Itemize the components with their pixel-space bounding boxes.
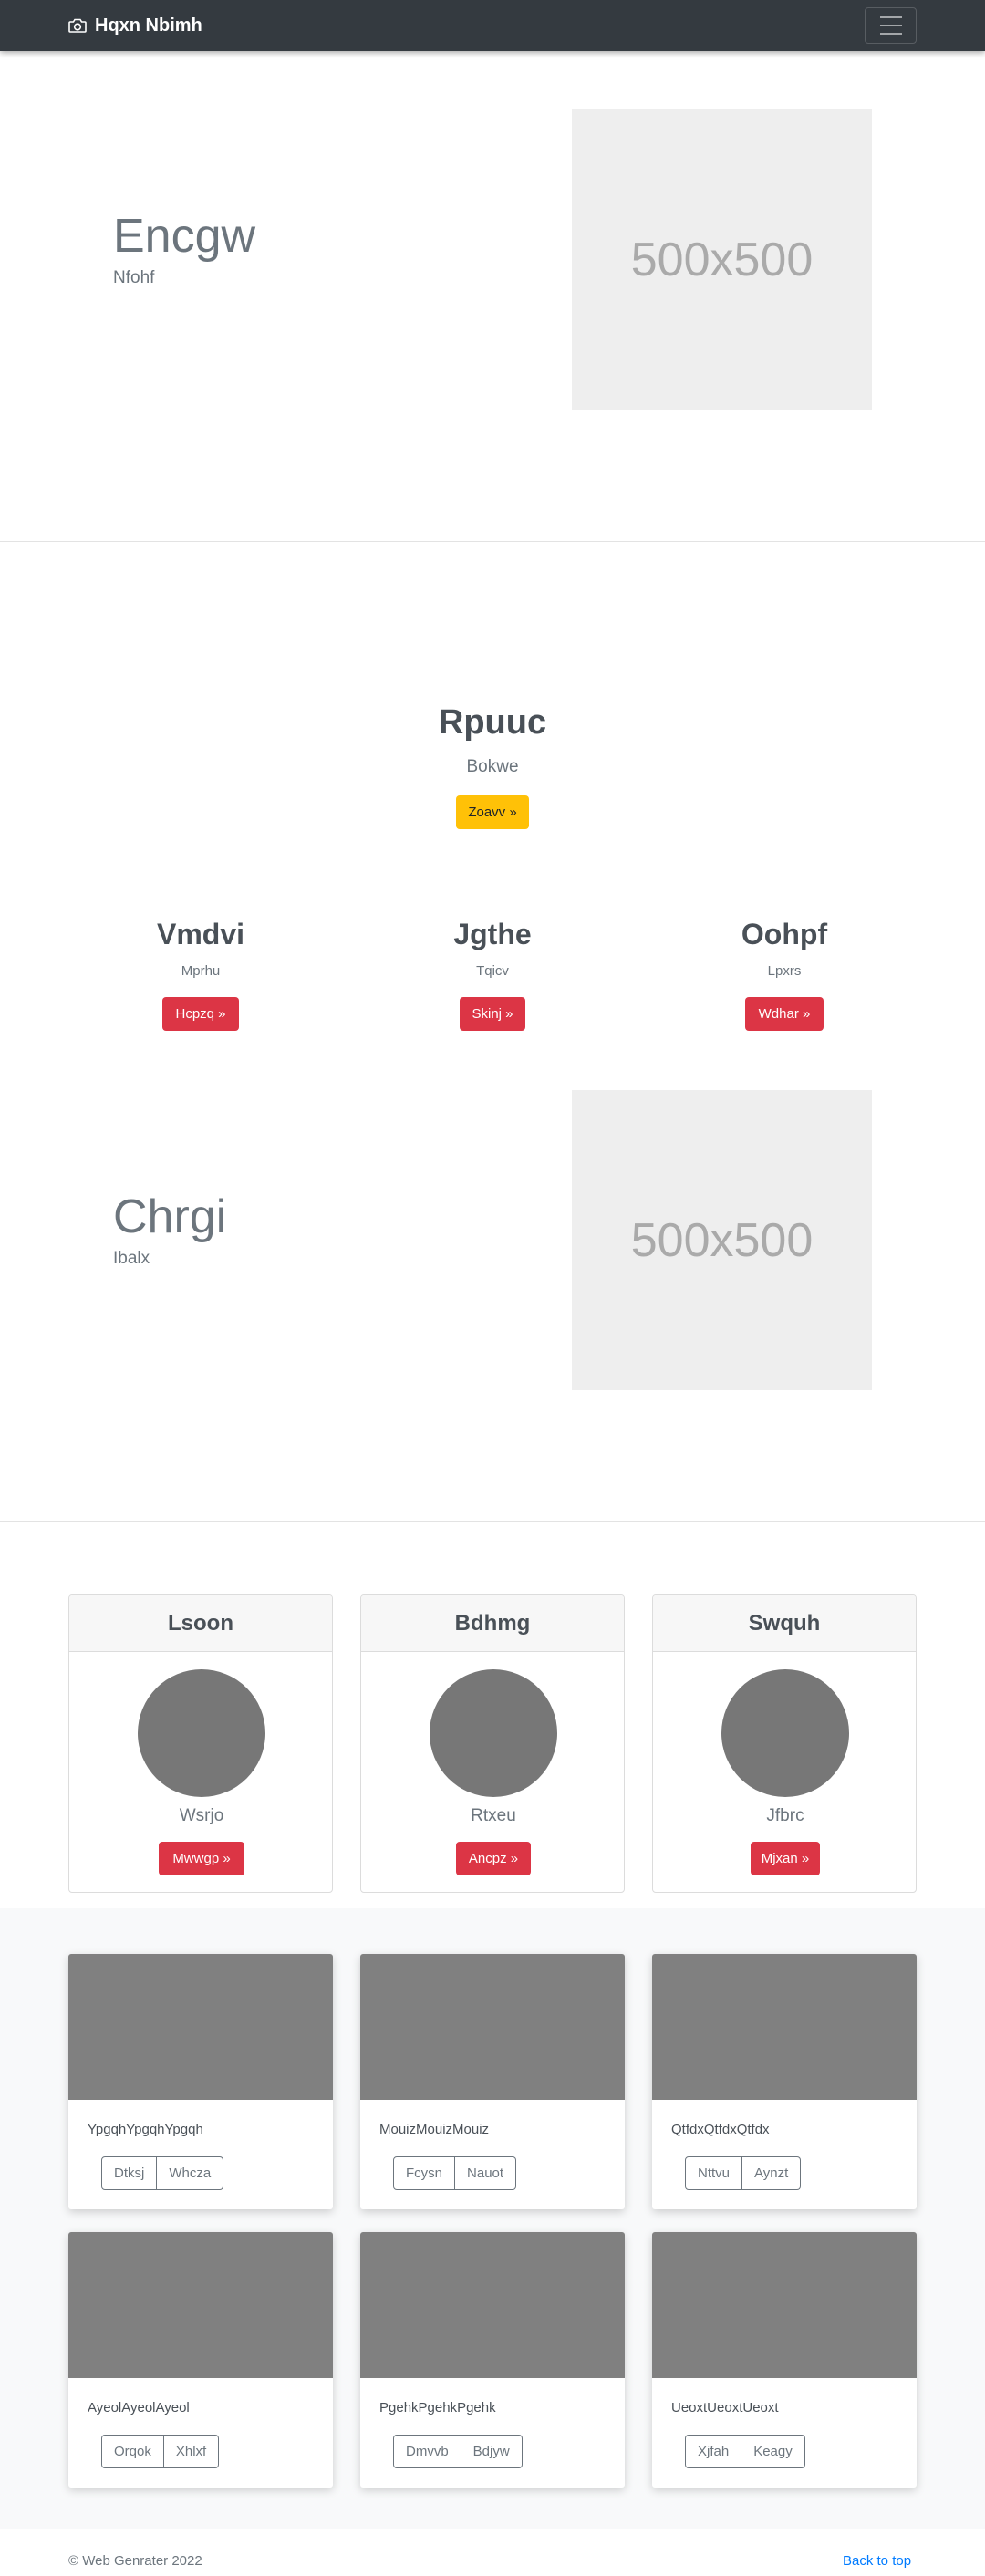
album-button[interactable]: Whcza [157,2156,224,2190]
center-subtitle: Bokwe [466,757,519,776]
image-size-label: 500x500 [630,1213,814,1267]
column-button[interactable]: Hcpzq » [162,997,239,1031]
album-card: AyeolAyeolAyeol Orqok Xhlxf [68,2232,333,2488]
album-thumbnail [68,1954,333,2100]
album-button[interactable]: Orqok [101,2435,164,2468]
album-card-text: YpgqhYpgqhYpgqh [88,2122,203,2137]
profile-card: Bdhmg Rtxeu Ancpz » [360,1594,625,1893]
album-button-group: Dmvvb Bdjyw [393,2435,523,2468]
album-button-group: Xjfah Keagy [685,2435,805,2468]
album-thumbnail [360,1954,625,2100]
column-subtitle: Tqicv [476,963,509,979]
column-button[interactable]: Wdhar » [745,997,824,1031]
album-button-group: Dtksj Whcza [101,2156,224,2190]
image-size-label: 500x500 [630,233,814,286]
album-button-group: Fcysn Nauot [393,2156,517,2190]
card-header: Lsoon [69,1595,332,1652]
column-title: Oohpf [741,918,828,950]
avatar [721,1669,849,1797]
album-card: MouizMouizMouiz Fcysn Nauot [360,1954,625,2209]
profile-card: Swquh Jfbrc Mjxan » [652,1594,917,1893]
card-subtitle: Jfbrc [766,1806,804,1825]
navbar-brand[interactable]: Hqxn Nbimh [68,15,202,36]
column-subtitle: Mprhu [181,963,221,979]
album-card: UeoxtUeoxtUeoxt Xjfah Keagy [652,2232,917,2488]
album-card-text: UeoxtUeoxtUeoxt [671,2400,779,2415]
navbar: Hqxn Nbimh [0,0,985,51]
album-button[interactable]: Dtksj [101,2156,158,2190]
album-button-group: Orqok Xhlxf [101,2435,220,2468]
brand-label: Hqxn Nbimh [95,15,202,36]
hamburger-icon [879,16,902,18]
album-button[interactable]: Nauot [455,2156,517,2190]
hero-title: Encgw [113,210,256,263]
card-button[interactable]: Mjxan » [751,1842,820,1875]
album-button[interactable]: Xjfah [685,2435,742,2468]
album-card: PgehkPgehkPgehk Dmvvb Bdjyw [360,2232,625,2488]
album-card-text: QtfdxQtfdxQtfdx [671,2122,770,2137]
hero-subtitle: Nfohf [113,268,155,287]
album-card: YpgqhYpgqhYpgqh Dtksj Whcza [68,1954,333,2209]
footer-copyright: © Web Genrater 2022 [68,2553,202,2569]
hero-title: Chrgi [113,1190,227,1243]
album-button[interactable]: Bdjyw [461,2435,523,2468]
album-button[interactable]: Xhlxf [163,2435,220,2468]
album-button[interactable]: Dmvvb [393,2435,461,2468]
album-thumbnail [360,2232,625,2378]
navbar-toggler-button[interactable] [865,7,917,44]
card-subtitle: Wsrjo [179,1806,224,1825]
avatar [430,1669,557,1797]
album-card-text: PgehkPgehkPgehk [379,2400,496,2415]
album-card-text: AyeolAyeolAyeol [88,2400,190,2415]
album-button[interactable]: Keagy [741,2435,805,2468]
column-title: Jgthe [453,918,532,950]
album-button[interactable]: Aynzt [742,2156,802,2190]
avatar [138,1669,265,1797]
hero-subtitle: Ibalx [113,1249,150,1268]
hero-image-placeholder: 500x500 [572,1090,872,1390]
album-card: QtfdxQtfdxQtfdx Nttvu Aynzt [652,1954,917,2209]
card-button[interactable]: Mwwgp » [159,1842,244,1875]
album-thumbnail [652,2232,917,2378]
card-header: Bdhmg [361,1595,624,1652]
card-button[interactable]: Ancpz » [456,1842,531,1875]
back-to-top-link[interactable]: Back to top [843,2553,911,2569]
album-thumbnail [68,2232,333,2378]
column-subtitle: Lpxrs [767,963,802,979]
center-title: Rpuuc [438,703,547,742]
album-button-group: Nttvu Aynzt [685,2156,802,2190]
camera-icon [68,18,87,33]
section-divider [0,541,985,542]
center-cta-button[interactable]: Zoavv » [456,795,529,829]
column-title: Vmdvi [156,918,245,950]
section-divider [0,1521,985,1522]
album-card-text: MouizMouizMouiz [379,2122,490,2137]
album-button[interactable]: Fcysn [393,2156,456,2190]
profile-card: Lsoon Wsrjo Mwwgp » [68,1594,333,1893]
hero-image-placeholder: 500x500 [572,109,872,410]
card-subtitle: Rtxeu [471,1806,516,1825]
album-thumbnail [652,1954,917,2100]
album-button[interactable]: Nttvu [685,2156,743,2190]
column-button[interactable]: Skinj » [460,997,525,1031]
card-header: Swquh [653,1595,916,1652]
